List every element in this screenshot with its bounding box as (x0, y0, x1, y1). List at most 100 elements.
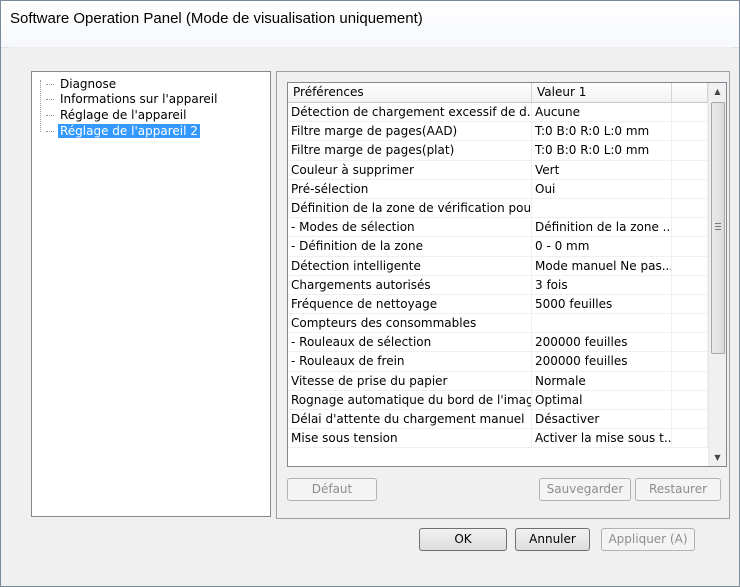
preference-value-cell: Mode manuel Ne pas... (532, 256, 672, 276)
tree-branch-line (46, 99, 54, 100)
cancel-button[interactable]: Annuler (515, 528, 590, 551)
preference-value-cell: 200000 feuilles (532, 333, 672, 353)
empty-cell (672, 333, 708, 353)
tree-item-label: Réglage de l'appareil (60, 108, 187, 122)
empty-cell (672, 256, 708, 276)
table-row[interactable]: - Définition de la zone 0 - 0 mm (288, 237, 708, 257)
scroll-down-icon[interactable]: ▼ (709, 449, 726, 466)
table-row[interactable]: Filtre marge de pages(AAD) T:0 B:0 R:0 L:… (288, 122, 708, 142)
preference-name-cell: Délai d'attente du chargement manuel (288, 410, 532, 429)
empty-cell (672, 103, 708, 122)
preference-name-cell: Chargements autorisés (288, 275, 532, 295)
column-header-preferences[interactable]: Préférences (288, 83, 532, 102)
preference-value-cell (532, 198, 672, 218)
preference-name-cell: Détection intelligente (288, 256, 532, 276)
preference-name-cell: Définition de la zone de vérification po… (288, 198, 532, 218)
tree-item-label: Diagnose (60, 77, 117, 91)
default-button[interactable]: Défaut (287, 478, 377, 501)
preference-value-cell: Optimal (532, 390, 672, 410)
table-row[interactable]: Délai d'attente du chargement manuel Désa… (288, 410, 708, 430)
preference-name-cell: Couleur à supprimer (288, 160, 532, 180)
apply-button[interactable]: Appliquer (A) (601, 528, 695, 551)
preference-value-cell: Vert (532, 160, 672, 180)
title-bar[interactable]: Software Operation Panel (Mode de visual… (1, 1, 739, 48)
preference-name-cell: Détection de chargement excessif de d... (288, 103, 532, 122)
column-header-value-1[interactable]: Valeur 1 (532, 83, 672, 102)
preference-name-cell: Pré-sélection (288, 179, 532, 199)
empty-cell (672, 160, 708, 180)
preference-value-cell: Aucune (532, 103, 672, 122)
empty-cell (672, 237, 708, 257)
dialog-client-area: Diagnose Informations sur l'appareil Rég… (9, 47, 731, 578)
empty-cell (672, 371, 708, 391)
table-row[interactable]: - Rouleaux de sélection 200000 feuilles (288, 333, 708, 353)
empty-cell (672, 352, 708, 372)
empty-cell (672, 122, 708, 142)
empty-cell (672, 275, 708, 295)
empty-cell (672, 410, 708, 429)
window-title: Software Operation Panel (Mode de visual… (10, 10, 423, 27)
table-row[interactable]: Filtre marge de pages(plat) T:0 B:0 R:0 L… (288, 141, 708, 161)
restore-button[interactable]: Restaurer (635, 478, 721, 501)
preference-value-cell: 5000 feuilles (532, 294, 672, 314)
tree-item-label: Informations sur l'appareil (60, 92, 218, 106)
ok-button[interactable]: OK (419, 528, 507, 551)
settings-grid: Préférences Valeur 1 Détection de charge… (287, 82, 727, 467)
table-row[interactable]: Rognage automatique du bord de l'image Op… (288, 390, 708, 410)
scroll-thumb[interactable] (711, 102, 725, 354)
preference-value-cell: Désactiver (532, 410, 672, 429)
preference-name-cell: Compteurs des consommables (288, 314, 532, 334)
table-row[interactable]: Définition de la zone de vérification po… (288, 198, 708, 219)
preference-value-cell (532, 314, 672, 334)
table-row[interactable]: Pré-sélection Oui (288, 179, 708, 199)
settings-tree: Diagnose Informations sur l'appareil Rég… (31, 71, 271, 517)
preference-value-cell: 0 - 0 mm (532, 237, 672, 257)
preference-value-cell: Oui (532, 179, 672, 199)
grid-vertical-scrollbar[interactable]: ▲ ▼ (708, 83, 726, 466)
preference-name-cell: - Définition de la zone (288, 237, 532, 257)
table-row[interactable]: Chargements autorisés 3 fois (288, 275, 708, 295)
preference-name-cell: - Modes de sélection (288, 218, 532, 238)
table-row[interactable]: Couleur à supprimer Vert (288, 160, 708, 180)
table-row[interactable]: Fréquence de nettoyage 5000 feuilles (288, 294, 708, 315)
table-row[interactable]: Vitesse de prise du papier Normale (288, 371, 708, 391)
preference-value-cell: 3 fois (532, 275, 672, 295)
table-row[interactable]: Compteurs des consommables (288, 314, 708, 334)
table-row[interactable]: - Rouleaux de frein 200000 feuilles (288, 352, 708, 372)
empty-cell (672, 314, 708, 334)
preference-name-cell: Rognage automatique du bord de l'image (288, 390, 532, 410)
tree-connector-line (40, 80, 41, 132)
table-row[interactable]: Détection intelligente Mode manuel Ne pas… (288, 256, 708, 276)
empty-cell (672, 179, 708, 199)
grid-rows: Détection de chargement excessif de d...… (288, 103, 708, 449)
grip-icon (715, 223, 721, 230)
table-row[interactable]: Mise sous tension Activer la mise sous t.… (288, 429, 708, 449)
column-header-empty[interactable] (672, 83, 708, 102)
empty-cell (672, 294, 708, 314)
table-row[interactable]: - Modes de sélection Définition de la zon… (288, 218, 708, 238)
empty-cell (672, 141, 708, 161)
tree-branch-line (46, 115, 54, 116)
preference-value-cell: T:0 B:0 R:0 L:0 mm (532, 141, 672, 161)
preference-name-cell: Fréquence de nettoyage (288, 294, 532, 314)
empty-cell (672, 429, 708, 449)
table-row[interactable]: Détection de chargement excessif de d...… (288, 103, 708, 123)
preference-value-cell: Activer la mise sous t... (532, 429, 672, 449)
preference-value-cell: Définition de la zone ... (532, 218, 672, 238)
tree-branch-line (46, 84, 54, 85)
preference-name-cell: - Rouleaux de sélection (288, 333, 532, 353)
preference-value-cell: T:0 B:0 R:0 L:0 mm (532, 122, 672, 142)
preference-name-cell: Mise sous tension (288, 429, 532, 449)
scroll-up-icon[interactable]: ▲ (709, 83, 726, 100)
preference-value-cell: Normale (532, 371, 672, 391)
app-window: Software Operation Panel (Mode de visual… (0, 0, 740, 587)
preference-name-cell: Filtre marge de pages(AAD) (288, 122, 532, 142)
preference-name-cell: Filtre marge de pages(plat) (288, 141, 532, 161)
preference-value-cell: 200000 feuilles (532, 352, 672, 372)
preference-name-cell: - Rouleaux de frein (288, 352, 532, 372)
settings-panel: Préférences Valeur 1 Détection de charge… (276, 71, 730, 519)
grid-header: Préférences Valeur 1 (288, 83, 708, 103)
tree-branch-line (46, 131, 54, 132)
save-button[interactable]: Sauvegarder (539, 478, 631, 501)
empty-cell (672, 198, 708, 218)
